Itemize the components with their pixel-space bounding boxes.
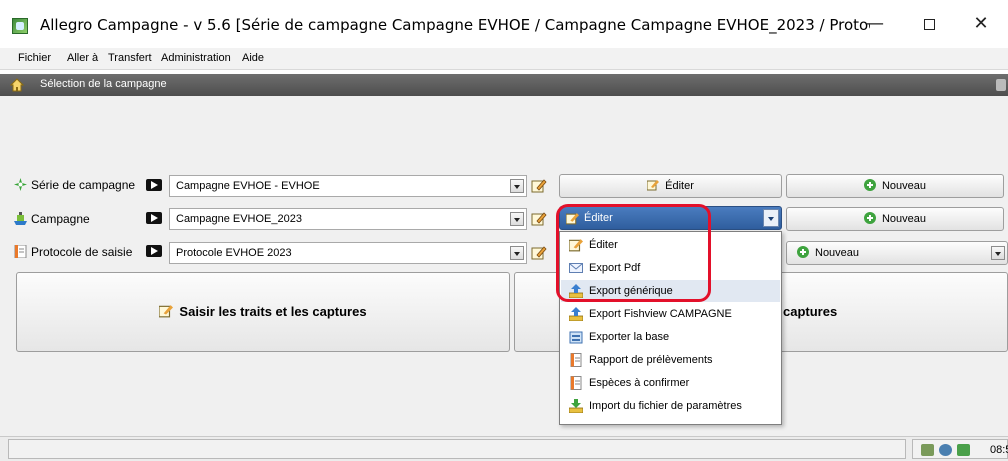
serie-combo[interactable]: Campagne EVHOE - EVHOE: [169, 175, 527, 197]
export-icon: [569, 284, 583, 298]
dropdown-item-rapport[interactable]: Rapport de prélèvements: [561, 349, 780, 371]
serie-new-label: Nouveau: [881, 180, 927, 192]
edit-icon: [566, 213, 579, 225]
captures-label: captures: [783, 304, 838, 319]
protocole-new-label: Nouveau: [815, 247, 860, 259]
protocole-combo[interactable]: Protocole EVHOE 2023: [169, 242, 527, 264]
maximize-button[interactable]: [906, 8, 952, 40]
protocole-new-arrow[interactable]: [991, 246, 1005, 260]
database-export-icon: [569, 331, 583, 344]
campagne-action-value: Éditer: [584, 212, 613, 224]
serie-label-text: Série de campagne: [31, 178, 136, 192]
dropdown-item-exporter-base[interactable]: Exporter la base: [561, 326, 780, 348]
protocole-combo-value: Protocole EVHOE 2023: [176, 247, 292, 259]
menu-fichier[interactable]: Fichier: [18, 52, 51, 64]
status-bar: 08:5: [0, 436, 1008, 461]
export-icon: [569, 307, 583, 321]
campagne-combo[interactable]: Campagne EVHOE_2023: [169, 208, 527, 230]
dropdown-item-export-pdf[interactable]: Export Pdf: [561, 257, 780, 279]
campagne-action-combo[interactable]: Éditer: [559, 206, 782, 230]
panel-title: Sélection de la campagne: [40, 78, 167, 90]
protocole-combo-arrow[interactable]: [510, 246, 524, 260]
add-icon: [863, 179, 876, 191]
maximize-icon: [923, 18, 935, 30]
home-icon: [10, 78, 24, 92]
serie-edit-label: Éditer: [665, 180, 694, 192]
protocole-icon: [14, 245, 27, 258]
protocole-go-icon[interactable]: [146, 245, 162, 257]
edit-icon: [569, 239, 583, 252]
network-icon[interactable]: [939, 444, 952, 456]
window-title: Allegro Campagne - v 5.6 [Série de campa…: [40, 16, 870, 34]
add-icon: [863, 212, 876, 224]
menu-aller-a[interactable]: Aller à: [67, 52, 98, 64]
campagne-combo-value: Campagne EVHOE_2023: [176, 213, 302, 225]
campagne-label: Campagne: [14, 212, 90, 226]
status-message-area: [8, 439, 906, 459]
serie-edit-button[interactable]: Éditer: [559, 174, 782, 198]
menu-administration[interactable]: Administration: [161, 52, 231, 64]
serie-combo-value: Campagne EVHOE - EVHOE: [176, 180, 320, 192]
dropdown-item-import-parametres[interactable]: Import du fichier de paramètres: [561, 395, 780, 417]
window-title-bar: Allegro Campagne - v 5.6 [Série de campa…: [0, 0, 1008, 48]
campagne-icon: [14, 212, 27, 225]
saisir-label: Saisir les traits et les captures: [179, 304, 367, 319]
dropdown-item-export-fishview[interactable]: Export Fishview CAMPAGNE: [561, 303, 780, 325]
mail-icon: [569, 263, 583, 273]
serie-combo-arrow[interactable]: [510, 179, 524, 193]
sync-icon[interactable]: [921, 444, 934, 456]
campagne-new-button[interactable]: Nouveau: [786, 207, 1004, 231]
edit-icon: [647, 180, 660, 191]
campagne-combo-arrow[interactable]: [510, 212, 524, 226]
protocole-edit-icon[interactable]: [531, 245, 547, 261]
main-content: [0, 96, 1008, 436]
dropdown-item-editer[interactable]: Éditer: [561, 234, 780, 256]
serie-go-icon[interactable]: [146, 179, 162, 191]
dropdown-item-export-generique[interactable]: Export générique: [561, 280, 780, 302]
serie-icon: [14, 178, 27, 191]
connection-icon[interactable]: [957, 444, 970, 456]
panel-header: Sélection de la campagne: [0, 74, 1008, 96]
saisir-button[interactable]: Saisir les traits et les captures: [16, 272, 510, 352]
campagne-edit-icon[interactable]: [531, 211, 547, 227]
campagne-go-icon[interactable]: [146, 212, 162, 224]
app-logo-icon: [12, 18, 28, 34]
minimize-button[interactable]: —: [852, 8, 898, 40]
edit-dropdown-menu: Éditer Export Pdf Export générique Expor…: [559, 231, 782, 425]
report-icon: [570, 376, 582, 390]
menu-transfert[interactable]: Transfert: [108, 52, 152, 64]
edit-icon: [159, 305, 174, 318]
chevron-down-icon[interactable]: [763, 209, 779, 227]
panel-options-icon[interactable]: [996, 79, 1006, 91]
menu-aide[interactable]: Aide: [242, 52, 264, 64]
campagne-new-label: Nouveau: [881, 213, 927, 225]
protocole-new-combo[interactable]: Nouveau: [786, 241, 1008, 265]
menu-bar: Fichier Aller à Transfert Administration…: [0, 48, 1008, 70]
import-icon: [569, 399, 583, 413]
serie-edit-icon[interactable]: [531, 178, 547, 194]
campagne-label-text: Campagne: [31, 212, 90, 226]
close-button[interactable]: ✕: [958, 8, 1004, 40]
serie-label: Série de campagne: [14, 178, 135, 192]
status-clock: 08:5: [990, 444, 1008, 456]
add-icon: [797, 246, 809, 258]
dropdown-item-especes[interactable]: Espèces à confirmer: [561, 372, 780, 394]
protocole-label-text: Protocole de saisie: [31, 245, 133, 259]
protocole-label: Protocole de saisie: [14, 245, 132, 259]
report-icon: [570, 353, 582, 367]
serie-new-button[interactable]: Nouveau: [786, 174, 1004, 198]
